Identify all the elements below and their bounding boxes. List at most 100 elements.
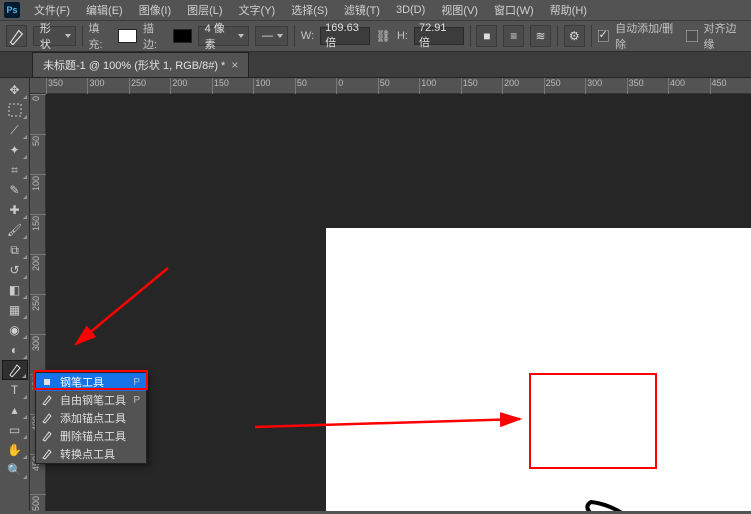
ruler-tick: 50 <box>295 78 296 94</box>
align-edges-label: 对齐边缘 <box>704 20 745 52</box>
healing-brush-tool-icon[interactable]: ✚ <box>2 200 28 220</box>
pen-flyout-item-label: 钢笔工具 <box>60 374 104 390</box>
ruler-tick: 0 <box>336 78 337 94</box>
ruler-tick: 50 <box>378 78 379 94</box>
gradient-tool-icon[interactable]: ▦ <box>2 300 28 320</box>
move-tool-icon[interactable]: ✥ <box>2 80 28 100</box>
ruler-tick: 150 <box>461 78 462 94</box>
ruler-tick: 100 <box>253 78 254 94</box>
document-tab[interactable]: 未标题-1 @ 100% (形状 1, RGB/8#) * × <box>32 52 249 77</box>
ruler-tick: 150 <box>212 78 213 94</box>
pen-flyout-item[interactable]: 钢笔工具 P <box>36 373 146 391</box>
shape-tool-icon[interactable]: ▭ <box>2 420 28 440</box>
ruler-tick: 200 <box>30 254 46 255</box>
pen-flyout-item-shortcut: P <box>133 377 140 388</box>
menu-type[interactable]: 文字(Y) <box>231 0 284 20</box>
document-canvas[interactable] <box>326 228 751 511</box>
ruler-tick: 300 <box>30 334 46 335</box>
link-wh-icon[interactable]: ⛓ <box>376 30 391 42</box>
marquee-tool-icon[interactable] <box>2 100 28 120</box>
ruler-tick: 250 <box>129 78 130 94</box>
pen-flyout-item[interactable]: 自由钢笔工具 P <box>36 391 146 409</box>
auto-add-delete-label: 自动添加/删除 <box>615 20 680 52</box>
separator <box>557 25 558 47</box>
separator <box>294 25 295 47</box>
menu-image[interactable]: 图像(I) <box>131 0 179 20</box>
height-label: H: <box>397 30 408 42</box>
pen-flyout-item-shortcut: P <box>133 395 140 406</box>
pen-flyout-item-label: 自由钢笔工具 <box>60 392 126 408</box>
menu-filter[interactable]: 滤镜(T) <box>336 0 388 20</box>
path-selection-tool-icon[interactable]: ▴ <box>2 400 28 420</box>
ruler-tick: 0 <box>30 94 46 95</box>
path-arrange-icon[interactable]: ≋ <box>530 25 551 47</box>
horizontal-ruler: 3503002502001501005005010015020025030035… <box>30 78 751 94</box>
menu-select[interactable]: 选择(S) <box>283 0 336 20</box>
ruler-tick: 200 <box>170 78 171 94</box>
ruler-tick: 100 <box>419 78 420 94</box>
stroke-dash-dropdown[interactable]: — <box>255 26 288 46</box>
type-tool-icon[interactable]: T <box>2 380 28 400</box>
separator <box>82 25 83 47</box>
stroke-width-dropdown[interactable]: 4 像素 <box>198 26 249 46</box>
ruler-tick: 250 <box>544 78 545 94</box>
history-brush-tool-icon[interactable]: ↺ <box>2 260 28 280</box>
path-align-icon[interactable]: ≡ <box>503 25 524 47</box>
eyedropper-tool-icon[interactable]: ✎ <box>2 180 28 200</box>
menu-3d[interactable]: 3D(D) <box>388 2 433 18</box>
height-input[interactable]: 72.91 倍 <box>414 27 464 45</box>
fill-swatch[interactable] <box>118 29 137 43</box>
pen-tool-flyout: 钢笔工具 P 自由钢笔工具 P 添加锚点工具删除锚点工具转换点工具 <box>35 372 147 464</box>
tool-mode-dropdown[interactable]: 形状 <box>33 26 76 46</box>
ruler-tick: 200 <box>502 78 503 94</box>
ruler-tick: 250 <box>30 294 46 295</box>
menu-view[interactable]: 视图(V) <box>433 0 486 20</box>
pen-flyout-item[interactable]: 转换点工具 <box>36 445 146 463</box>
menu-layer[interactable]: 图层(L) <box>179 0 230 20</box>
menu-help[interactable]: 帮助(H) <box>542 0 595 20</box>
ruler-tick: 300 <box>585 78 586 94</box>
tool-indicator-pen-icon[interactable] <box>6 25 27 47</box>
pen-flyout-item[interactable]: 添加锚点工具 <box>36 409 146 427</box>
lasso-tool-icon[interactable]: ⟋ <box>2 120 28 140</box>
magic-wand-tool-icon[interactable]: ✦ <box>2 140 28 160</box>
auto-add-delete-checkbox[interactable] <box>598 30 609 42</box>
ruler-tick: 350 <box>46 78 47 94</box>
stroke-swatch[interactable] <box>173 29 192 43</box>
ruler-tick: 450 <box>710 78 711 94</box>
blur-tool-icon[interactable]: ◉ <box>2 320 28 340</box>
fill-label: 填充: <box>88 20 112 52</box>
stroke-label: 描边: <box>143 20 167 52</box>
width-label: W: <box>301 30 314 42</box>
width-input[interactable]: 169.63 倍 <box>320 27 370 45</box>
crop-tool-icon[interactable]: ⌗ <box>2 160 28 180</box>
canvas-area[interactable] <box>46 94 751 511</box>
eraser-tool-icon[interactable]: ◧ <box>2 280 28 300</box>
pen-flyout-item-label: 删除锚点工具 <box>60 428 126 444</box>
ruler-tick: 150 <box>30 214 46 215</box>
align-edges-checkbox[interactable] <box>686 30 697 42</box>
brush-tool-icon[interactable]: 🖌 <box>2 220 28 240</box>
path-op-icon[interactable]: ■ <box>476 25 497 47</box>
pen-flyout-item-label: 添加锚点工具 <box>60 410 126 426</box>
menu-window[interactable]: 窗口(W) <box>486 0 542 20</box>
tab-close-icon[interactable]: × <box>231 58 238 72</box>
pen-variant-icon <box>40 430 54 442</box>
pen-flyout-item[interactable]: 删除锚点工具 <box>36 427 146 445</box>
menu-edit[interactable]: 编辑(E) <box>78 0 131 20</box>
ruler-tick: 300 <box>87 78 88 94</box>
ruler-tick: 50 <box>30 134 46 135</box>
pen-tool-icon[interactable] <box>2 360 28 380</box>
menu-bar: Ps 文件(F) 编辑(E) 图像(I) 图层(L) 文字(Y) 选择(S) 滤… <box>0 0 751 20</box>
selected-indicator-icon <box>40 379 54 385</box>
geometry-options-icon[interactable]: ⚙ <box>564 25 585 47</box>
clone-stamp-tool-icon[interactable]: ⧉ <box>2 240 28 260</box>
ruler-tick: 100 <box>30 174 46 175</box>
hand-tool-icon[interactable]: ✋ <box>2 440 28 460</box>
menu-file[interactable]: 文件(F) <box>26 0 78 20</box>
dodge-tool-icon[interactable]: ◐ <box>2 340 28 360</box>
separator <box>591 25 592 47</box>
zoom-tool-icon[interactable]: 🔍 <box>2 460 28 480</box>
ruler-tick: 500 <box>30 494 46 495</box>
pen-variant-icon <box>40 394 54 406</box>
